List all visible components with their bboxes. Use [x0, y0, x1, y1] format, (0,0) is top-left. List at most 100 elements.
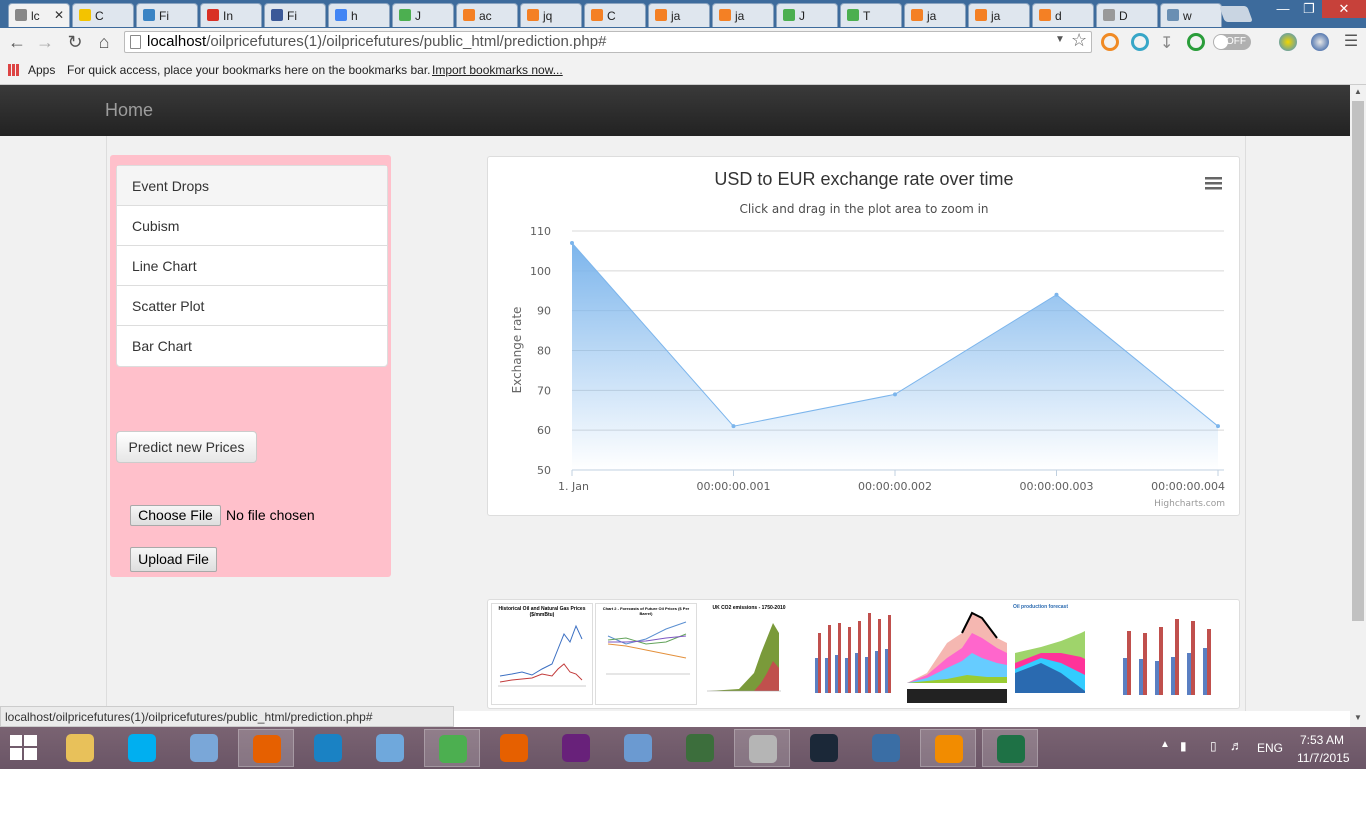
thumbnail-oil-production-forecast[interactable]: Oil production forecast [1011, 603, 1111, 703]
taskbar-app-thunderbird[interactable] [858, 729, 914, 767]
navbar-brand-home[interactable]: Home [105, 100, 153, 121]
taskbar-app-vlc[interactable] [920, 729, 976, 767]
menu-icon[interactable]: ☰ [1340, 31, 1362, 53]
browser-tab[interactable]: T [840, 3, 902, 27]
taskbar-app-file-explorer[interactable] [52, 729, 108, 767]
browser-tab[interactable]: jq [520, 3, 582, 27]
browser-tab[interactable]: d [1032, 3, 1094, 27]
browser-tab[interactable]: Fi [136, 3, 198, 27]
browser-tab[interactable]: w [1160, 3, 1222, 27]
address-bar[interactable]: localhost/oilpricefutures(1)/oilpricefut… [124, 30, 1092, 53]
sidebar-item-event-drops[interactable]: Event Drops [117, 166, 387, 206]
taskbar-app-steam[interactable] [796, 729, 852, 767]
shield-extension-icon[interactable] [1311, 33, 1329, 51]
chevron-down-icon[interactable]: ▼ [1055, 34, 1065, 45]
paint-icon [749, 735, 777, 763]
thumbnail-oil-forecasts[interactable]: Chart 2 - Forecasts of Future Oil Prices… [595, 603, 697, 705]
new-tab-button[interactable] [1219, 6, 1253, 22]
browser-tab[interactable]: ac [456, 3, 518, 27]
apps-grid-icon[interactable] [8, 64, 20, 76]
toggle-knob [1214, 35, 1228, 49]
browser-tab[interactable]: lc ✕ [8, 3, 70, 27]
thumbnail-oil-gas-prices[interactable]: Historical Oil and Natural Gas Prices ($… [491, 603, 593, 705]
thumbnail-stacked-areas[interactable] [907, 603, 1007, 703]
forward-arrow-icon[interactable]: → [34, 31, 56, 53]
extension-icon[interactable] [1101, 33, 1119, 51]
signal-icon[interactable]: ▮ [1180, 739, 1187, 753]
data-point[interactable] [1054, 292, 1059, 297]
data-point[interactable] [893, 392, 897, 397]
browser-tab[interactable]: Fi [264, 3, 326, 27]
chart-credits[interactable]: Highcharts.com [1154, 499, 1225, 509]
safari-icon [376, 734, 404, 762]
scroll-down-icon[interactable]: ▼ [1354, 713, 1362, 722]
taskbar-app-firefox-dev[interactable] [238, 729, 294, 767]
import-bookmarks-link[interactable]: Import bookmarks now... [432, 63, 563, 77]
browser-tab[interactable]: ja [904, 3, 966, 27]
browser-tab[interactable]: In [200, 3, 262, 27]
bookmark-star-icon[interactable]: ☆ [1071, 30, 1087, 51]
thumbnail-bar-chart-2[interactable] [1115, 603, 1215, 703]
tab-label: C [607, 9, 616, 23]
clock-date[interactable]: 11/7/2015 [1297, 751, 1350, 765]
taskbar-app-visual-studio[interactable] [548, 729, 604, 767]
taskbar-app-brackets[interactable] [300, 729, 356, 767]
sidebar-item-bar-chart[interactable]: Bar Chart [117, 326, 387, 366]
browser-tab[interactable]: ja [712, 3, 774, 27]
globe-icon[interactable] [1279, 33, 1297, 51]
headphones-icon[interactable] [1131, 33, 1149, 51]
battery-icon[interactable]: ▯ [1210, 739, 1217, 753]
tab-label: jq [543, 9, 553, 23]
browser-tab[interactable]: ja [968, 3, 1030, 27]
choose-file-button[interactable]: Choose File [130, 505, 221, 526]
taskbar-app-skype[interactable] [114, 729, 170, 767]
window-close-icon[interactable]: ✕ [1322, 0, 1366, 18]
taskbar-app-excel[interactable] [982, 729, 1038, 767]
browser-tab[interactable]: C [72, 3, 134, 27]
taskbar-app-control-panel[interactable] [610, 729, 666, 767]
download-icon[interactable]: ↧ [1160, 33, 1178, 52]
browser-tab[interactable]: ja [648, 3, 710, 27]
clock-time[interactable]: 7:53 AM [1300, 733, 1344, 747]
taskbar-app-chrome[interactable] [424, 729, 480, 767]
tray-expand-icon[interactable]: ▲ [1160, 739, 1170, 750]
language-indicator[interactable]: ENG [1257, 741, 1283, 755]
chart-context-menu-icon[interactable] [1205, 177, 1222, 190]
browser-tab[interactable]: J [776, 3, 838, 27]
predict-prices-button[interactable]: Predict new Prices [116, 431, 257, 463]
taskbar-app-safari[interactable] [362, 729, 418, 767]
browser-tab[interactable]: C [584, 3, 646, 27]
taskbar-app-paint[interactable] [734, 729, 790, 767]
thumbnail-caption: Oil production forecast [1013, 604, 1069, 610]
page-scrollbar[interactable]: ▲ ▼ [1350, 85, 1366, 727]
sidebar-item-scatter-plot[interactable]: Scatter Plot [117, 286, 387, 326]
tab-close-icon[interactable]: ✕ [54, 8, 64, 22]
taskbar-app-game[interactable] [672, 729, 728, 767]
minimize-icon[interactable]: — [1270, 0, 1296, 18]
refresh-extension-icon[interactable] [1187, 33, 1205, 51]
back-arrow-icon[interactable]: ← [6, 31, 28, 53]
taskbar-app-firefox[interactable] [486, 729, 542, 767]
windows-start-icon[interactable] [10, 735, 38, 761]
apps-link[interactable]: Apps [28, 63, 55, 77]
browser-tab[interactable]: D [1096, 3, 1158, 27]
data-point[interactable] [1216, 424, 1220, 429]
volume-icon[interactable]: ♬ [1230, 738, 1243, 753]
taskbar-app-virtualbox[interactable] [176, 729, 232, 767]
sidebar-item-line-chart[interactable]: Line Chart [117, 246, 387, 286]
scrollbar-thumb[interactable] [1352, 101, 1364, 621]
exchange-rate-chart[interactable]: USD to EUR exchange rate over time Click… [488, 157, 1239, 515]
data-point[interactable] [570, 240, 574, 245]
browser-tab[interactable]: J [392, 3, 454, 27]
upload-file-button[interactable]: Upload File [130, 547, 217, 572]
thumbnail-uk-co2[interactable]: UK CO2 emissions - 1750-2010 [699, 603, 799, 703]
toggle-switch[interactable]: OFF [1213, 34, 1251, 50]
restore-icon[interactable]: ❐ [1296, 0, 1322, 18]
browser-tab[interactable]: h [328, 3, 390, 27]
thumbnail-bar-chart-1[interactable] [803, 603, 903, 703]
sidebar-item-cubism[interactable]: Cubism [117, 206, 387, 246]
home-icon[interactable]: ⌂ [93, 31, 115, 53]
data-point[interactable] [731, 424, 736, 429]
scroll-up-icon[interactable]: ▲ [1354, 87, 1362, 96]
reload-icon[interactable]: ↻ [64, 31, 86, 53]
